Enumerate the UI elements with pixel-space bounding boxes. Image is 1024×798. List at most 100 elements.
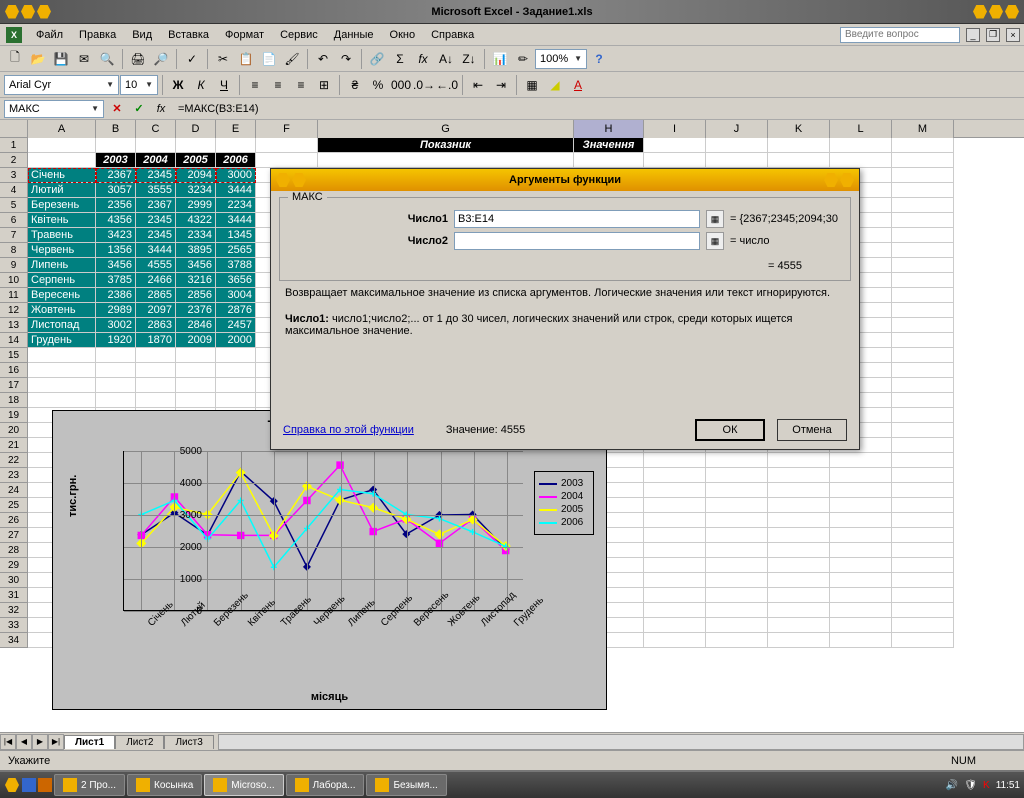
tab-nav-first-icon[interactable]: |◀ [0, 734, 16, 750]
bold-icon[interactable]: Ж [167, 74, 189, 96]
cancel-button[interactable]: Отмена [777, 419, 847, 441]
row-header[interactable]: 26 [0, 513, 28, 528]
col-header-F[interactable]: F [256, 120, 318, 138]
sheet-tab[interactable]: Лист3 [164, 735, 213, 749]
taskbar-item[interactable]: Microso... [204, 774, 283, 796]
menu-data[interactable]: Данные [326, 27, 382, 43]
sheet-tab[interactable]: Лист1 [64, 735, 115, 749]
arg1-ref-icon[interactable]: ▦ [706, 210, 724, 228]
horizontal-scrollbar[interactable] [218, 734, 1024, 750]
arg1-input[interactable] [454, 210, 700, 228]
row-header[interactable]: 30 [0, 573, 28, 588]
chart-icon[interactable]: 📊 [489, 48, 511, 70]
close-doc-button[interactable]: × [1006, 28, 1020, 42]
menu-help[interactable]: Справка [423, 27, 482, 43]
inc-decimal-icon[interactable]: .0→ [413, 74, 435, 96]
paste-icon[interactable]: 📄 [258, 48, 280, 70]
save-icon[interactable]: 💾 [50, 48, 72, 70]
spell-icon[interactable]: ✓ [181, 48, 203, 70]
menu-format[interactable]: Формат [217, 27, 272, 43]
taskbar-item[interactable]: Лабора... [286, 774, 365, 796]
copy-icon[interactable]: 📋 [235, 48, 257, 70]
row-header[interactable]: 8 [0, 243, 28, 258]
row-header[interactable]: 2 [0, 153, 28, 168]
cut-icon[interactable]: ✂ [212, 48, 234, 70]
minimize-doc-button[interactable]: _ [966, 28, 980, 42]
col-header-L[interactable]: L [830, 120, 892, 138]
formula-text[interactable]: =МАКС(B3:E14) [178, 103, 259, 115]
row-header[interactable]: 6 [0, 213, 28, 228]
row-header[interactable]: 18 [0, 393, 28, 408]
tray-icon[interactable]: 🔊 [946, 780, 958, 791]
inc-indent-icon[interactable]: ⇥ [490, 74, 512, 96]
row-header[interactable]: 29 [0, 558, 28, 573]
tab-nav-last-icon[interactable]: ▶| [48, 734, 64, 750]
enter-formula-icon[interactable]: ✓ [130, 100, 148, 118]
preview-icon[interactable]: 🔎 [150, 48, 172, 70]
sort-asc-icon[interactable]: A↓ [435, 48, 457, 70]
align-left-icon[interactable]: ≡ [244, 74, 266, 96]
merge-icon[interactable]: ⊞ [313, 74, 335, 96]
row-header[interactable]: 9 [0, 258, 28, 273]
font-color-icon[interactable]: A [567, 74, 589, 96]
undo-icon[interactable]: ↶ [312, 48, 334, 70]
fx-icon[interactable]: fx [412, 48, 434, 70]
currency-icon[interactable]: ₴ [344, 74, 366, 96]
row-header[interactable]: 22 [0, 453, 28, 468]
col-header-C[interactable]: C [136, 120, 176, 138]
mail-icon[interactable]: ✉ [73, 48, 95, 70]
comma-icon[interactable]: 000 [390, 74, 412, 96]
tab-nav-next-icon[interactable]: ▶ [32, 734, 48, 750]
quicklaunch-icon[interactable] [22, 778, 36, 792]
search-icon[interactable]: 🔍 [96, 48, 118, 70]
row-header[interactable]: 14 [0, 333, 28, 348]
col-header-E[interactable]: E [216, 120, 256, 138]
row-header[interactable]: 12 [0, 303, 28, 318]
row-header[interactable]: 33 [0, 618, 28, 633]
row-header[interactable]: 25 [0, 498, 28, 513]
align-right-icon[interactable]: ≡ [290, 74, 312, 96]
tray-icon-2[interactable]: 🛡 [964, 780, 977, 791]
taskbar-item[interactable]: Косынка [127, 774, 202, 796]
menu-view[interactable]: Вид [124, 27, 160, 43]
new-icon[interactable]: 🗋 [4, 48, 26, 70]
row-header[interactable]: 7 [0, 228, 28, 243]
taskbar-item[interactable]: 2 Про... [54, 774, 125, 796]
tab-nav-prev-icon[interactable]: ◀ [16, 734, 32, 750]
col-header-J[interactable]: J [706, 120, 768, 138]
name-box[interactable]: МАКС▼ [4, 100, 104, 118]
menu-edit[interactable]: Правка [71, 27, 124, 43]
dec-indent-icon[interactable]: ⇤ [467, 74, 489, 96]
format-painter-icon[interactable]: 🖌 [281, 48, 303, 70]
row-header[interactable]: 31 [0, 588, 28, 603]
row-header[interactable]: 4 [0, 183, 28, 198]
percent-icon[interactable]: % [367, 74, 389, 96]
row-header[interactable]: 11 [0, 288, 28, 303]
help-question-input[interactable] [840, 27, 960, 43]
menu-insert[interactable]: Вставка [160, 27, 217, 43]
ok-button[interactable]: ОК [695, 419, 765, 441]
row-header[interactable]: 28 [0, 543, 28, 558]
quicklaunch-icon-2[interactable] [38, 778, 52, 792]
help-link[interactable]: Справка по этой функции [283, 424, 414, 436]
col-header-D[interactable]: D [176, 120, 216, 138]
row-header[interactable]: 17 [0, 378, 28, 393]
select-all-corner[interactable] [0, 120, 28, 138]
col-header-K[interactable]: K [768, 120, 830, 138]
row-header[interactable]: 19 [0, 408, 28, 423]
embedded-chart[interactable]: Товарообіг фірми тис.грн. 01000200030004… [52, 410, 607, 710]
col-header-I[interactable]: I [644, 120, 706, 138]
row-header[interactable]: 5 [0, 198, 28, 213]
row-header[interactable]: 24 [0, 483, 28, 498]
app-icon[interactable]: X [6, 27, 22, 43]
row-header[interactable]: 27 [0, 528, 28, 543]
row-header[interactable]: 13 [0, 318, 28, 333]
sort-desc-icon[interactable]: Z↓ [458, 48, 480, 70]
clock[interactable]: 11:51 [996, 780, 1020, 791]
redo-icon[interactable]: ↷ [335, 48, 357, 70]
underline-icon[interactable]: Ч [213, 74, 235, 96]
row-header[interactable]: 10 [0, 273, 28, 288]
menu-file[interactable]: Файл [28, 27, 71, 43]
menu-tools[interactable]: Сервис [272, 27, 326, 43]
align-center-icon[interactable]: ≡ [267, 74, 289, 96]
